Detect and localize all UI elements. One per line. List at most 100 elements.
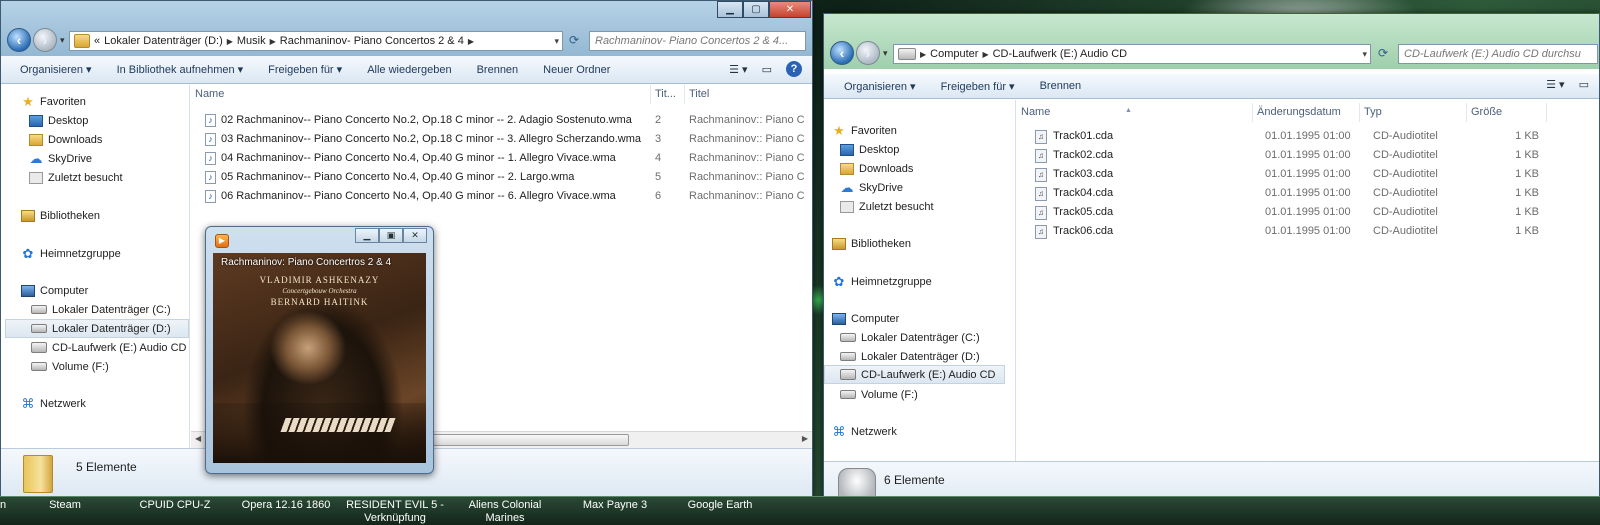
table-row[interactable]: ♪ 06 Rachmaninov-- Piano Concerto No.4, … [205, 187, 805, 206]
nav-homegroup[interactable]: ✿ Heimnetzgruppe [21, 244, 209, 263]
nav-skydrive[interactable]: ☁ SkyDrive [29, 149, 217, 168]
add-to-library-menu[interactable]: In Bibliothek aufnehmen ▾ [117, 63, 244, 76]
breadcrumb-item-computer[interactable]: Computer [930, 48, 978, 60]
refresh-icon[interactable]: ⟳ [1378, 46, 1388, 60]
table-row[interactable]: ♫ Track06.cda 01.01.1995 01:00 CD-Audiot… [1035, 222, 1545, 241]
scroll-right-icon[interactable]: ▶ [802, 434, 808, 443]
back-button[interactable]: ‹ [7, 28, 31, 52]
play-all-button[interactable]: Alle wiedergeben [367, 64, 451, 76]
nav-drive-d[interactable]: Lokaler Datenträger (D:) [840, 347, 1031, 366]
nav-computer[interactable]: Computer [832, 309, 1023, 328]
nav-favorites[interactable]: ★ Favoriten [832, 121, 1023, 140]
close-button[interactable]: ✕ [403, 228, 427, 243]
star-icon: ★ [22, 93, 34, 109]
breadcrumb-separator-icon[interactable]: ▶ [227, 37, 233, 46]
burn-button[interactable]: Brennen [477, 64, 519, 76]
navigation-pane: ★ Favoriten Desktop Downloads ☁ SkyDrive Z… [824, 100, 1016, 461]
table-row[interactable]: ♫ Track01.cda 01.01.1995 01:00 CD-Audiot… [1035, 127, 1545, 146]
nav-desktop[interactable]: Desktop [840, 140, 1031, 159]
nav-downloads[interactable]: Downloads [840, 159, 1031, 178]
nav-network[interactable]: ⌘ Netzwerk [21, 394, 209, 413]
taskbar-item-cpuz[interactable]: CPUID CPU-Z [130, 499, 220, 525]
taskbar-item-max-payne[interactable]: Max Payne 3 [570, 499, 660, 525]
table-row[interactable]: ♫ Track02.cda 01.01.1995 01:00 CD-Audiot… [1035, 146, 1545, 165]
share-with-menu[interactable]: Freigeben für ▾ [268, 63, 342, 76]
table-row[interactable]: ♫ Track05.cda 01.01.1995 01:00 CD-Audiot… [1035, 203, 1545, 222]
minimize-button[interactable]: ▁ [717, 1, 743, 18]
nav-skydrive[interactable]: ☁ SkyDrive [840, 178, 1031, 197]
address-bar[interactable]: « Lokaler Datenträger (D:) ▶ Musik ▶ Rac… [69, 31, 563, 51]
address-bar[interactable]: ▶ Computer ▶ CD-Laufwerk (E:) Audio CD ▾ [893, 44, 1371, 64]
address-dropdown-icon[interactable]: ▾ [1362, 49, 1367, 60]
nav-desktop[interactable]: Desktop [29, 111, 217, 130]
column-header-size[interactable]: Größe [1467, 103, 1547, 122]
taskbar-item-steam[interactable]: Steam [30, 499, 100, 525]
search-input[interactable]: CD-Laufwerk (E:) Audio CD durchsu [1398, 44, 1598, 64]
column-header-type[interactable]: Typ [1360, 103, 1467, 122]
breadcrumb-separator-icon[interactable]: ▶ [270, 37, 276, 46]
column-header-name[interactable]: Name [191, 85, 651, 104]
change-view-icon[interactable]: ☰ ▾ [1546, 78, 1564, 91]
column-header-title[interactable]: Titel [685, 85, 812, 104]
breadcrumb-item-cd-drive[interactable]: CD-Laufwerk (E:) Audio CD [993, 48, 1128, 60]
refresh-icon[interactable]: ⟳ [569, 33, 579, 47]
breadcrumb-item-musik[interactable]: Musik [237, 35, 266, 47]
table-row[interactable]: ♪ 02 Rachmaninov-- Piano Concerto No.2, … [205, 111, 805, 130]
search-input[interactable]: Rachmaninov- Piano Concertos 2 & 4... [589, 31, 806, 51]
taskbar-item-aliens[interactable]: Aliens Colonial Marines [455, 499, 555, 525]
column-header-name[interactable]: ▲ Name [1017, 103, 1253, 122]
nav-computer[interactable]: Computer [21, 281, 209, 300]
breadcrumb-separator-icon[interactable]: ▶ [982, 50, 988, 59]
organize-menu[interactable]: Organisieren ▾ [844, 80, 916, 93]
back-button[interactable]: ‹ [830, 41, 854, 65]
nav-homegroup[interactable]: ✿ Heimnetzgruppe [832, 272, 1023, 291]
switch-to-library-button[interactable]: ▣ [379, 228, 403, 243]
change-view-icon[interactable]: ☰ ▾ [729, 63, 747, 76]
preview-pane-icon[interactable]: ▭ [1579, 78, 1589, 91]
taskbar-item[interactable]: n [0, 499, 14, 525]
breadcrumb-item-album[interactable]: Rachmaninov- Piano Concertos 2 & 4 [280, 35, 464, 47]
table-row[interactable]: ♪ 04 Rachmaninov-- Piano Concerto No.4, … [205, 149, 805, 168]
taskbar-item-opera[interactable]: Opera 12.16 1860 [236, 499, 336, 525]
recent-pages-dropdown[interactable]: ▾ [60, 35, 65, 46]
nav-network[interactable]: ⌘ Netzwerk [832, 422, 1023, 441]
nav-libraries[interactable]: Bibliotheken [21, 206, 209, 225]
taskbar-item-resident-evil[interactable]: RESIDENT EVIL 5 - Verknüpfung [342, 499, 448, 525]
table-row[interactable]: ♪ 05 Rachmaninov-- Piano Concerto No.4, … [205, 168, 805, 187]
forward-button[interactable]: › [33, 28, 57, 52]
nav-downloads[interactable]: Downloads [29, 130, 217, 149]
breadcrumb-overflow[interactable]: « [94, 35, 100, 47]
organize-menu[interactable]: Organisieren ▾ [20, 63, 92, 76]
nav-drive-c[interactable]: Lokaler Datenträger (C:) [840, 328, 1031, 347]
nav-drive-e[interactable]: CD-Laufwerk (E:) Audio CD [824, 365, 1005, 384]
maximize-button[interactable]: ▢ [743, 1, 769, 18]
nav-drive-f[interactable]: Volume (F:) [840, 385, 1031, 404]
address-dropdown-icon[interactable]: ▾ [554, 36, 559, 47]
recent-pages-dropdown[interactable]: ▾ [883, 48, 888, 59]
share-with-menu[interactable]: Freigeben für ▾ [941, 80, 1015, 93]
forward-button[interactable]: › [856, 41, 880, 65]
media-player-window: ▶ ▁ ▣ ✕ VLADIMIR ASHKENAZY Concertgebouw… [205, 226, 434, 474]
breadcrumb-item-drive[interactable]: Lokaler Datenträger (D:) [104, 35, 223, 47]
nav-libraries[interactable]: Bibliotheken [832, 234, 1023, 253]
table-row[interactable]: ♫ Track03.cda 01.01.1995 01:00 CD-Audiot… [1035, 165, 1545, 184]
column-header-date[interactable]: Änderungsdatum [1253, 103, 1360, 122]
preview-pane-icon[interactable]: ▭ [762, 63, 772, 76]
taskbar-item-google-earth[interactable]: Google Earth [675, 499, 765, 525]
burn-button[interactable]: Brennen [1040, 80, 1082, 92]
close-button[interactable]: ✕ [769, 1, 811, 18]
breadcrumb-separator-icon[interactable]: ▶ [920, 50, 926, 59]
scroll-left-icon[interactable]: ◀ [195, 434, 201, 443]
column-header-track[interactable]: Tit... [651, 85, 685, 104]
table-row[interactable]: ♫ Track04.cda 01.01.1995 01:00 CD-Audiot… [1035, 184, 1545, 203]
help-icon[interactable]: ? [786, 61, 802, 77]
minimize-button[interactable]: ▁ [355, 228, 379, 243]
nav-drive-d[interactable]: Lokaler Datenträger (D:) [5, 319, 189, 338]
breadcrumb-separator-icon[interactable]: ▶ [468, 37, 474, 46]
new-folder-button[interactable]: Neuer Ordner [543, 64, 610, 76]
nav-favorites[interactable]: ★ Favoriten [21, 92, 209, 111]
album-art[interactable]: VLADIMIR ASHKENAZY Concertgebouw Orchest… [213, 253, 426, 463]
nav-recent[interactable]: Zuletzt besucht [840, 197, 1031, 216]
nav-recent[interactable]: Zuletzt besucht [29, 168, 217, 187]
table-row[interactable]: ♪ 03 Rachmaninov-- Piano Concerto No.2, … [205, 130, 805, 149]
